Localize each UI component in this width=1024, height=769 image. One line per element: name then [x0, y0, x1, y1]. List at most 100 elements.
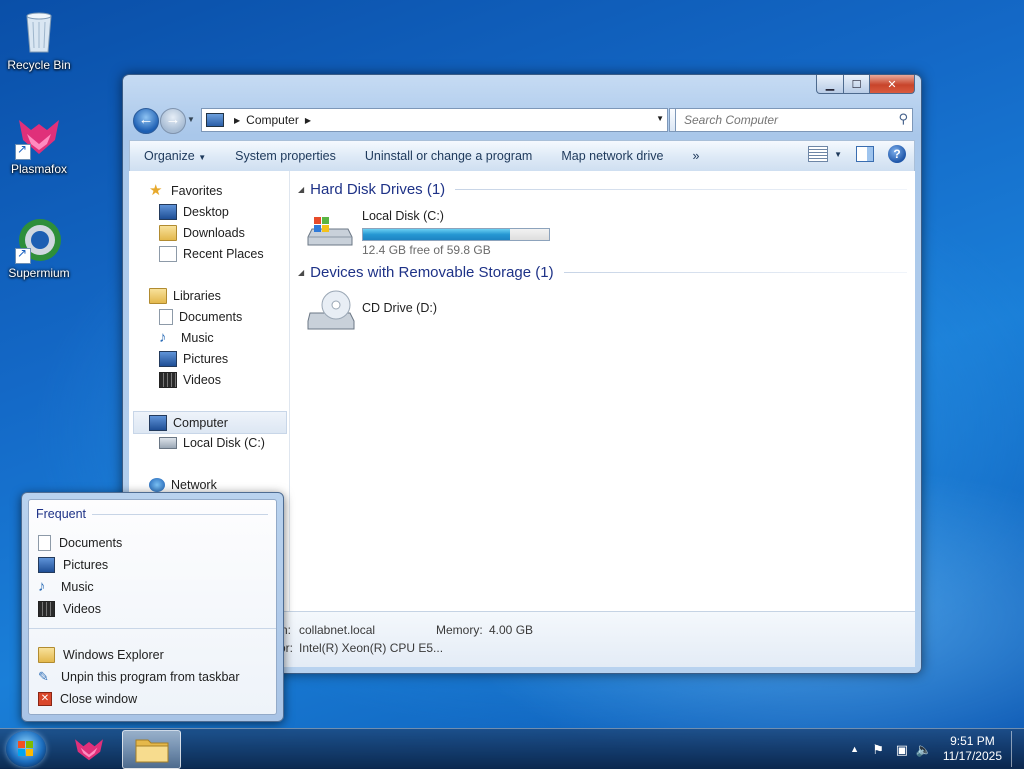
sidebar-item-pictures[interactable]: Pictures	[159, 348, 289, 369]
address-dropdown-icon[interactable]: ▼	[656, 114, 664, 123]
unpin-icon: ✎	[38, 669, 49, 684]
show-hidden-icons-icon[interactable]: ▲	[850, 744, 859, 754]
jump-list-task-close-window[interactable]: ✕ Close window	[38, 689, 137, 709]
sidebar-label: Music	[181, 330, 214, 345]
pictures-icon	[159, 350, 177, 367]
disk-usage-fill	[363, 229, 510, 240]
forward-button[interactable]: →	[160, 108, 186, 134]
volume-muted-icon[interactable]: 🔈	[916, 742, 932, 758]
jump-list-item-documents[interactable]: Documents	[38, 533, 122, 553]
section-title: Frequent	[36, 507, 87, 521]
item-label: Music	[61, 580, 94, 594]
jump-list-section-frequent: Frequent	[36, 507, 268, 521]
maximize-button[interactable]: ☐	[844, 75, 870, 94]
minimize-button[interactable]: ▁	[816, 75, 844, 94]
desktop-icon	[159, 203, 177, 220]
cd-drive-icon	[307, 290, 355, 330]
desktop-icon-recycle-bin[interactable]: Recycle Bin	[1, 8, 77, 72]
sidebar-label: Favorites	[171, 183, 223, 198]
arrow-left-icon: ←	[138, 111, 154, 128]
drive-item-c[interactable]: Local Disk (C:) 12.4 GB free of 59.8 GB	[302, 201, 562, 257]
chevron-down-icon: ▼	[198, 153, 207, 162]
window-controls: ▁ ☐ ✕	[816, 75, 915, 94]
sidebar-item-local-disk[interactable]: Local Disk (C:)	[159, 432, 289, 453]
sidebar-item-recent-places[interactable]: Recent Places	[159, 243, 289, 264]
system-properties-button[interactable]: System properties	[221, 149, 351, 163]
sidebar-item-downloads[interactable]: Downloads	[159, 222, 289, 243]
group-divider	[563, 271, 907, 273]
sidebar-label: Pictures	[183, 351, 229, 366]
downloads-folder-icon	[159, 224, 177, 241]
sidebar-item-computer[interactable]: Computer	[133, 411, 287, 434]
notification-area: ▲ ⚑ ▣ 🔈 9:51 PM 11/17/2025	[824, 729, 1024, 769]
drive-item-d[interactable]: CD Drive (D:)	[302, 285, 502, 335]
pictures-icon	[38, 557, 55, 573]
clock-date: 11/17/2025	[942, 749, 1002, 763]
supermium-icon	[15, 216, 63, 264]
organize-button[interactable]: Organize ▼	[130, 149, 221, 163]
jump-list-item-pictures[interactable]: Pictures	[38, 555, 108, 575]
preview-pane-icon[interactable]	[856, 146, 874, 162]
sidebar-item-videos[interactable]: Videos	[159, 369, 289, 390]
desktop-icon-supermium[interactable]: Supermium	[1, 216, 77, 280]
address-bar[interactable]: ▶ Computer ▶ ▼	[201, 108, 668, 132]
back-button[interactable]: ←	[133, 108, 159, 134]
more-commands-button[interactable]: »	[678, 149, 714, 163]
uninstall-program-button[interactable]: Uninstall or change a program	[351, 149, 547, 163]
taskbar-jump-list: Frequent Documents Pictures ♪ Music Vide…	[21, 492, 284, 722]
sidebar-item-desktop[interactable]: Desktop	[159, 201, 289, 222]
folder-icon	[135, 739, 169, 763]
search-input[interactable]	[682, 110, 886, 130]
libraries-icon	[149, 287, 167, 304]
item-label: Videos	[63, 602, 101, 616]
videos-icon	[38, 601, 55, 617]
taskbar-button-plasmafox[interactable]	[66, 730, 114, 767]
sidebar-label: Downloads	[183, 225, 245, 240]
section-divider	[92, 513, 268, 515]
change-view-button[interactable]: ▼	[808, 146, 842, 162]
recent-pages-dropdown[interactable]: ▼	[187, 115, 195, 124]
documents-icon	[38, 535, 51, 551]
videos-icon	[159, 371, 177, 388]
breadcrumb-chevron-icon[interactable]: ▶	[234, 116, 240, 125]
desktop-icon-plasmafox[interactable]: Plasmafox	[1, 112, 77, 176]
start-button[interactable]	[6, 731, 46, 767]
close-window-icon: ✕	[38, 692, 52, 706]
collapse-triangle-icon[interactable]: ◢	[298, 185, 304, 194]
action-center-flag-icon[interactable]: ⚑	[872, 742, 884, 758]
breadcrumb-computer[interactable]: Computer	[246, 113, 299, 127]
recent-places-icon	[159, 245, 177, 262]
help-icon[interactable]: ?	[888, 145, 906, 163]
search-box[interactable]: ⚲	[675, 108, 913, 132]
group-header-removable-storage[interactable]: ◢ Devices with Removable Storage (1)	[298, 262, 907, 282]
taskbar: ▲ ⚑ ▣ 🔈 9:51 PM 11/17/2025	[0, 728, 1024, 769]
sidebar-item-favorites[interactable]: ★ Favorites	[149, 180, 289, 201]
jump-list-item-videos[interactable]: Videos	[38, 599, 101, 619]
collapse-triangle-icon[interactable]: ◢	[298, 268, 304, 277]
group-header-hard-disk-drives[interactable]: ◢ Hard Disk Drives (1)	[298, 179, 907, 199]
view-icon	[808, 146, 829, 162]
sidebar-label: Videos	[183, 372, 221, 387]
taskbar-button-windows-explorer[interactable]	[122, 730, 181, 769]
clock[interactable]: 9:51 PM 11/17/2025	[943, 734, 1002, 764]
jump-list-task-windows-explorer[interactable]: Windows Explorer	[38, 645, 164, 665]
close-button[interactable]: ✕	[870, 75, 915, 94]
sidebar-item-music[interactable]: ♪ Music	[159, 327, 289, 348]
breadcrumb-chevron-icon[interactable]: ▶	[305, 116, 311, 125]
search-icon[interactable]: ⚲	[898, 111, 908, 127]
windows-logo-icon	[18, 741, 34, 757]
organize-label: Organize	[144, 149, 195, 163]
sidebar-item-libraries[interactable]: Libraries	[149, 285, 289, 306]
network-status-icon[interactable]: ▣	[896, 742, 908, 758]
jump-list-task-unpin[interactable]: ✎ Unpin this program from taskbar	[38, 667, 240, 687]
map-network-drive-button[interactable]: Map network drive	[547, 149, 678, 163]
jump-list-item-music[interactable]: ♪ Music	[38, 577, 94, 597]
sidebar-item-documents[interactable]: Documents	[159, 306, 289, 327]
memory-value: 4.00 GB	[489, 623, 534, 637]
show-desktop-button[interactable]	[1011, 731, 1024, 767]
plasmafox-icon	[75, 739, 103, 761]
computer-icon	[149, 414, 167, 431]
windows-explorer-icon	[38, 647, 55, 663]
item-label: Windows Explorer	[63, 648, 164, 662]
sidebar-label: Network	[171, 477, 217, 492]
